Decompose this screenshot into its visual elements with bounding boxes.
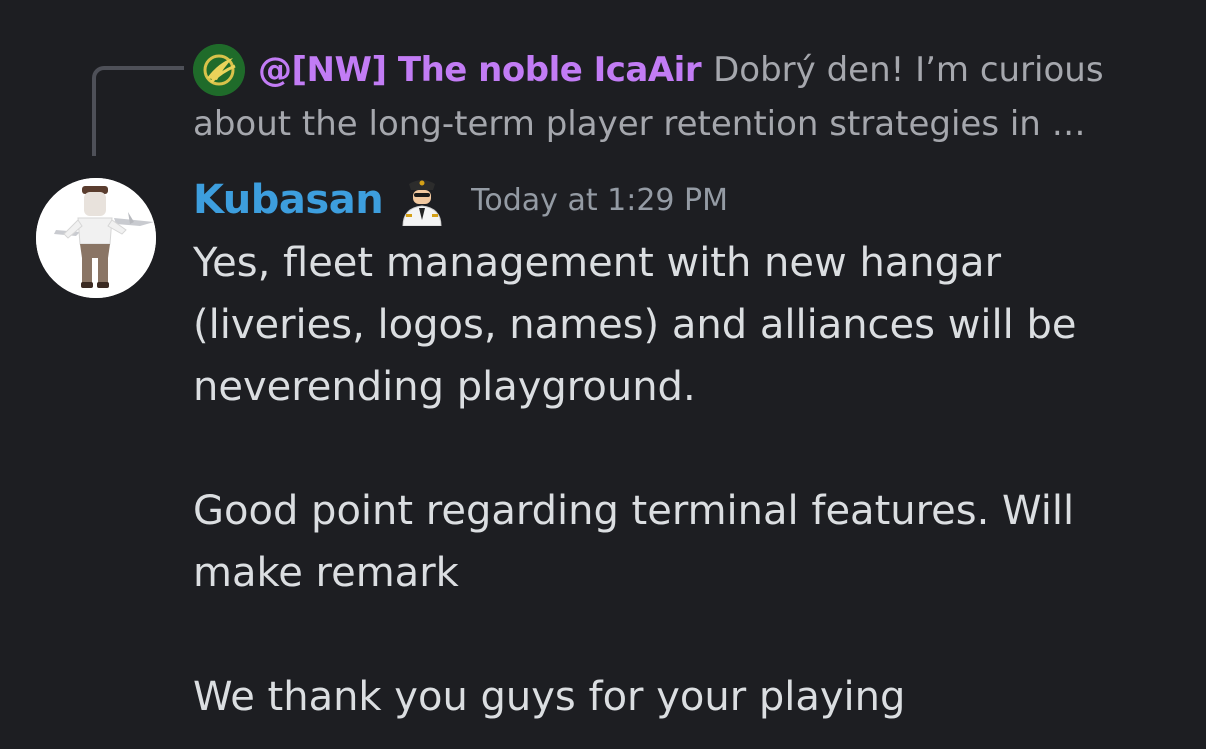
pilot-icon[interactable] (397, 174, 447, 226)
message-content: Yes, fleet management with new hangar (l… (193, 232, 1183, 728)
chat-message-view: @[NW] The noble IcaAir Dobrý den! I’m cur… (0, 0, 1206, 749)
message-timestamp[interactable]: Today at 1:29 PM (471, 183, 728, 218)
message-paragraph: Yes, fleet management with new hangar (l… (193, 240, 1077, 410)
message-header: Kubasan Today at 1:29 PM (193, 172, 728, 228)
author-avatar[interactable] (36, 178, 156, 298)
airline-logo-icon (193, 44, 245, 96)
reply-preview-line1: Dobrý den! I’m curious (713, 50, 1104, 90)
user-avatar (36, 178, 156, 298)
message-paragraph: Good point regarding terminal features. … (193, 488, 1075, 596)
reply-preview-line2[interactable]: about the long-term player retention str… (193, 102, 1133, 146)
reply-spine (92, 66, 184, 156)
reply-preview[interactable]: @[NW] The noble IcaAir Dobrý den! I’m cur… (258, 48, 1158, 92)
reply-author-avatar[interactable] (193, 44, 245, 96)
message-paragraph: We thank you guys for your playing (193, 674, 906, 720)
reply-author-name[interactable]: @[NW] The noble IcaAir (258, 50, 702, 90)
author-name[interactable]: Kubasan (193, 177, 384, 223)
